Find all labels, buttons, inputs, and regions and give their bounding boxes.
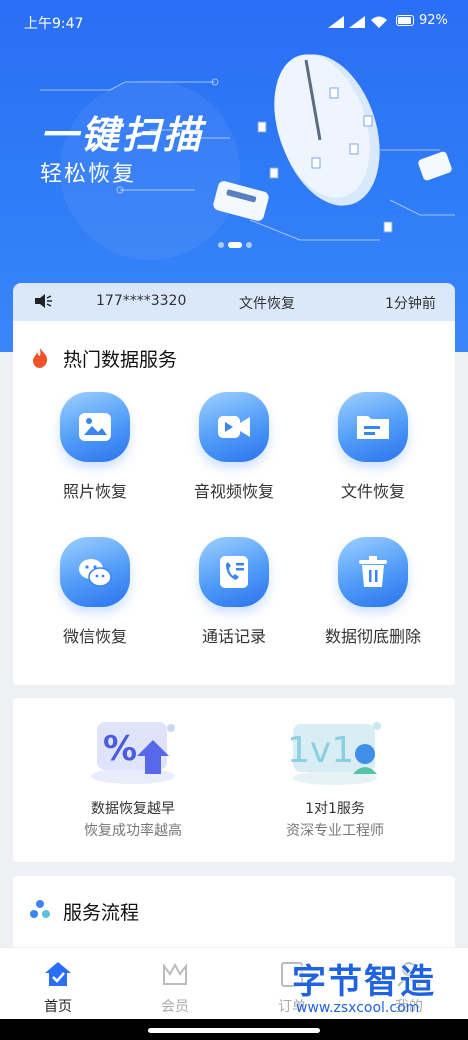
promo-card: % 数据恢复越早 恢复成功率越高 1v1 1对1服务 资深专业工程师 — [13, 698, 455, 862]
process-icon — [29, 898, 51, 920]
service-av-recovery[interactable]: 音视频恢复 — [174, 392, 294, 512]
ticker-phone: 177****3320 — [96, 293, 187, 309]
phone-contact-icon — [199, 537, 269, 607]
promo-subtitle: 恢复成功率越高 — [84, 823, 182, 839]
service-wechat-recovery[interactable]: 微信恢复 — [35, 537, 155, 657]
svg-text:1v1: 1v1 — [287, 730, 354, 771]
ticker-time: 1分钟前 — [385, 296, 436, 312]
recovery-ticker: 177****3320 文件恢复 1分钟前 — [13, 283, 455, 321]
section-title-hot: 热门数据服务 — [63, 349, 178, 371]
video-icon — [199, 392, 269, 462]
promo-one-on-one[interactable]: 1v1 1对1服务 资深专业工程师 — [235, 698, 435, 839]
promo-title: 1对1服务 — [305, 801, 365, 817]
crown-icon — [163, 962, 187, 985]
carousel-dot[interactable] — [218, 242, 224, 248]
service-label: 数据彻底删除 — [324, 627, 421, 646]
speaker-icon — [33, 292, 53, 314]
percent-up-icon: % — [91, 722, 175, 784]
hot-services-card: 热门数据服务 照片恢复 音视频恢复 文件恢复 微信恢复 通话记录 数据彻底删除 — [13, 321, 455, 685]
svg-text:%: % — [103, 729, 137, 769]
promo-title: 数据恢复越早 — [91, 801, 175, 817]
service-file-recovery[interactable]: 文件恢复 — [313, 392, 433, 512]
service-label: 文件恢复 — [340, 482, 405, 501]
service-label: 通话记录 — [201, 627, 266, 646]
watermark: 字节智造 www.zsxcool.com — [288, 950, 468, 1020]
wechat-icon — [60, 537, 130, 607]
tab-label: 会员 — [161, 999, 189, 1015]
folder-icon — [338, 392, 408, 462]
service-call-log[interactable]: 通话记录 — [174, 537, 294, 657]
banner-title: 一键扫描 — [40, 113, 205, 157]
carousel-dots[interactable] — [218, 242, 258, 248]
trash-icon — [338, 537, 408, 607]
promo-early-recovery[interactable]: % 数据恢复越早 恢复成功率越高 — [33, 698, 233, 839]
carousel-dot-active[interactable] — [228, 242, 242, 248]
1v1-engineer-icon: 1v1 — [287, 722, 381, 785]
watermark-url: www.zsxcool.com — [296, 1000, 420, 1016]
service-data-wipe[interactable]: 数据彻底删除 — [313, 537, 433, 657]
service-photo-recovery[interactable]: 照片恢复 — [35, 392, 155, 512]
section-title-process: 服务流程 — [63, 902, 140, 924]
service-label: 音视频恢复 — [193, 482, 274, 501]
photo-icon — [60, 392, 130, 462]
promo-subtitle: 资深专业工程师 — [286, 823, 384, 839]
tab-label: 首页 — [44, 999, 72, 1015]
service-label: 照片恢复 — [62, 482, 127, 501]
service-label: 微信恢复 — [62, 627, 127, 646]
home-icon — [45, 962, 71, 986]
fire-icon — [29, 347, 51, 369]
gesture-bar — [0, 1019, 468, 1040]
home-indicator[interactable] — [148, 1028, 320, 1033]
ticker-action: 文件恢复 — [239, 296, 295, 312]
carousel-dot[interactable] — [246, 242, 252, 248]
watermark-name: 字节智造 — [292, 962, 436, 1002]
banner-subtitle: 轻松恢复 — [40, 162, 137, 187]
